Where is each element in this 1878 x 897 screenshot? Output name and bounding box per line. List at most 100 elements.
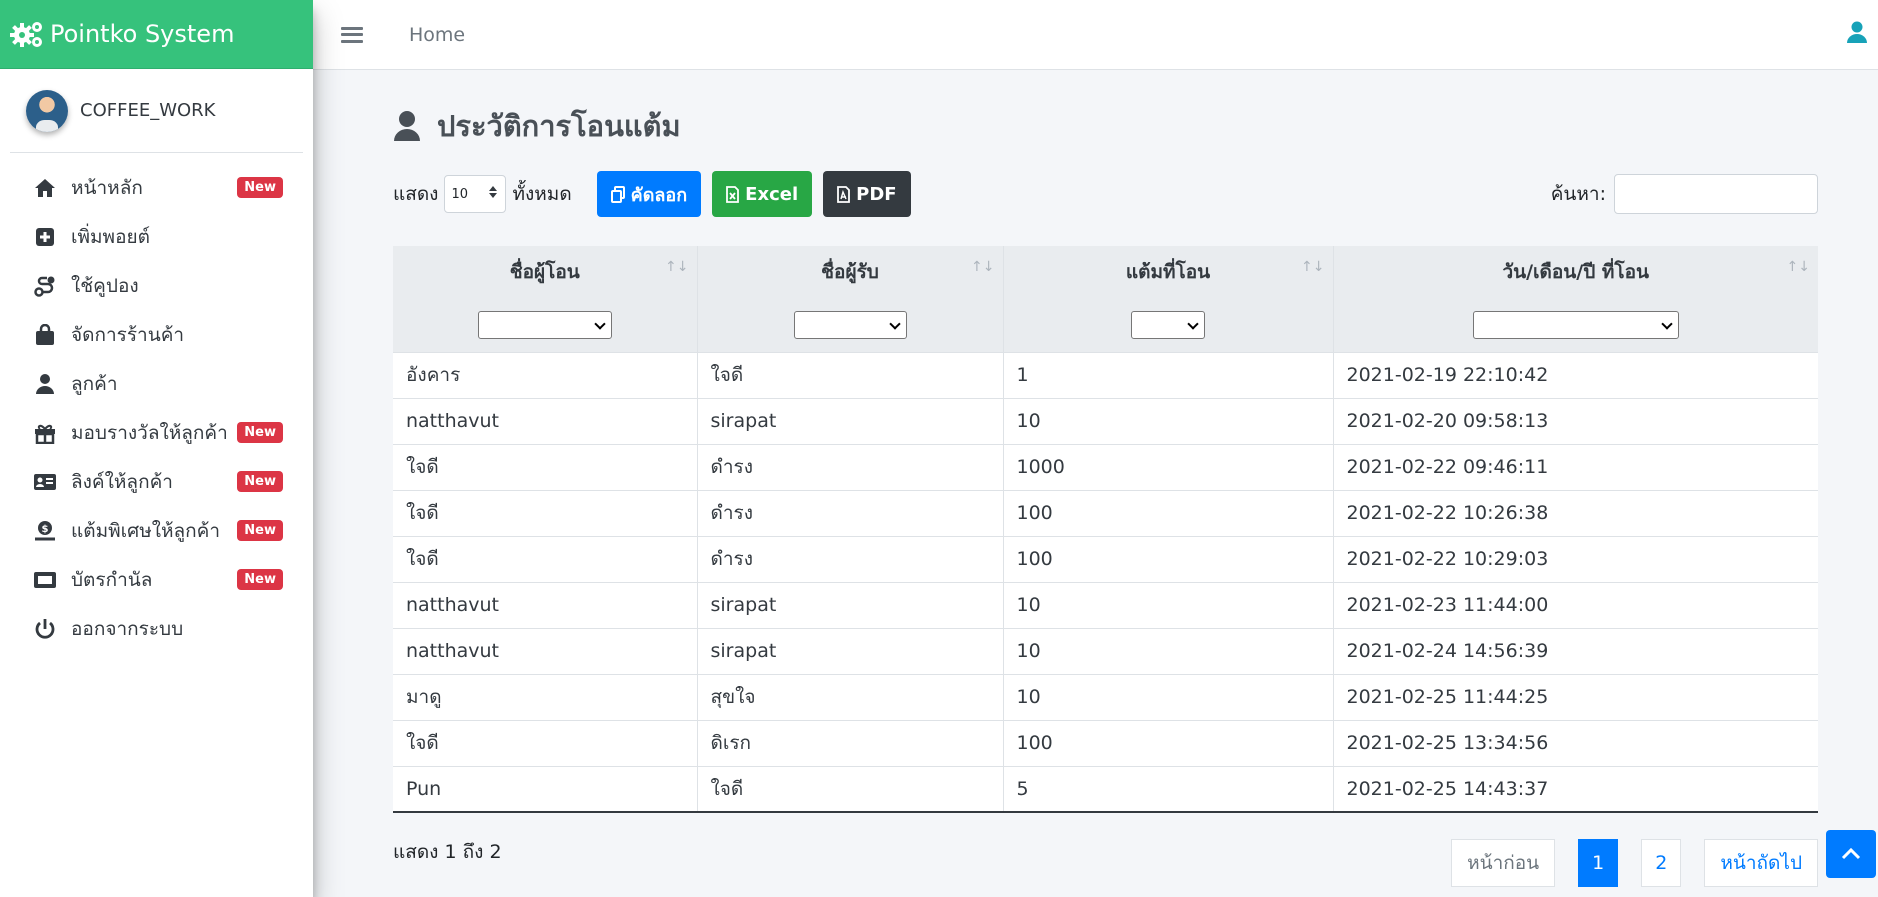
table-cell: ดำรง	[697, 444, 1004, 491]
svg-text:$: $	[42, 524, 49, 535]
page-title-text: ประวัติการโอนแต้ม	[437, 109, 681, 143]
gift-icon	[33, 421, 57, 445]
sidebar-item-customer-link[interactable]: ลิงค์ให้ลูกค้า New	[0, 457, 313, 506]
table-cell: มาดู	[393, 674, 698, 721]
table-cell: 10	[1003, 674, 1334, 721]
table-cell: ใจดี	[393, 490, 698, 537]
table-cell: ดำรง	[697, 490, 1004, 537]
sidebar-item-use-coupon[interactable]: ใช้คูปอง	[0, 261, 313, 310]
search-label: ค้นหา:	[1550, 183, 1606, 205]
table-cell: natthavut	[393, 628, 698, 675]
column-header-points[interactable]: แต้มที่โอน ↑↓	[1003, 246, 1334, 298]
page-length-select[interactable]: 10	[444, 175, 507, 213]
show-label: แสดง	[393, 183, 439, 205]
page-length-value: 10	[451, 186, 469, 202]
sidebar-nav: หน้าหลัก New เพิ่มพอยต์ ใช้คูปอง จัดการร…	[0, 153, 313, 653]
sidebar-item-give-reward[interactable]: มอบรางวัลให้ลูกค้า New	[0, 408, 313, 457]
sidebar-item-label: หน้าหลัก	[71, 176, 143, 199]
page-2-button[interactable]: 2	[1641, 839, 1682, 887]
pagination: หน้าก่อน 1 2 หน้าถัดไป	[1428, 839, 1818, 887]
column-header-date[interactable]: วัน/เดือน/ปี ที่โอน ↑↓	[1333, 246, 1818, 298]
all-label: ทั้งหมด	[512, 183, 572, 205]
home-link[interactable]: Home	[409, 24, 465, 46]
sidebar-item-label: ลูกค้า	[71, 372, 118, 395]
sidebar-item-label: บัตรกำนัล	[71, 568, 153, 591]
table-cell: 2021-02-24 14:56:39	[1333, 628, 1818, 675]
table-row: อังคาร ใจดี 1 2021-02-19 22:10:42	[393, 352, 1818, 399]
sidebar-item-label: เพิ่มพอยต์	[71, 225, 150, 248]
column-header-label: วัน/เดือน/ปี ที่โอน	[1502, 261, 1650, 283]
table-cell: 2021-02-25 14:43:37	[1333, 766, 1818, 813]
user-icon	[393, 110, 423, 142]
new-badge: New	[237, 520, 283, 541]
table-cell: ใจดี	[393, 720, 698, 767]
pdf-button[interactable]: PDF	[823, 171, 911, 217]
sidebar-item-home[interactable]: หน้าหลัก New	[0, 163, 313, 212]
table-row: มาดู สุขใจ 10 2021-02-25 11:44:25	[393, 674, 1818, 721]
home-icon	[33, 176, 57, 200]
table-cell: sirapat	[697, 398, 1004, 445]
table-cell: อังคาร	[393, 352, 698, 399]
sidebar-item-label: จัดการร้านค้า	[71, 323, 185, 346]
receiver-filter-select[interactable]	[793, 310, 907, 339]
table-cell: 2021-02-25 11:44:25	[1333, 674, 1818, 721]
table-cell: 2021-02-23 11:44:00	[1333, 582, 1818, 629]
topbar: Home	[313, 0, 1878, 70]
sidebar-item-manage-store[interactable]: จัดการร้านค้า	[0, 310, 313, 359]
transfer-history-table: ชื่อผู้โอน ↑↓ ชื่อผู้รับ ↑↓ แต้มที่โอน ↑↓ ว…	[393, 246, 1818, 813]
sidebar-item-label: แต้มพิเศษให้ลูกค้า	[71, 519, 221, 542]
sidebar-item-logout[interactable]: ออกจากระบบ	[0, 604, 313, 653]
search-input[interactable]	[1614, 174, 1818, 214]
new-badge: New	[237, 569, 283, 590]
brand[interactable]: Pointko System	[0, 0, 313, 69]
search-wrap: ค้นหา:	[1551, 174, 1818, 214]
route-icon	[33, 274, 57, 298]
table-row: natthavut sirapat 10 2021-02-23 11:44:00	[393, 582, 1818, 629]
menu-toggle-icon[interactable]	[341, 24, 363, 46]
sort-icon: ↑↓	[971, 259, 995, 275]
table-cell: 2021-02-19 22:10:42	[1333, 352, 1818, 399]
sidebar-item-label: มอบรางวัลให้ลูกค้า	[71, 421, 228, 444]
new-badge: New	[237, 177, 283, 198]
user-panel: COFFEE_WORK	[10, 69, 303, 153]
table-cell: 2021-02-25 13:34:56	[1333, 720, 1818, 767]
table-cell: 2021-02-20 09:58:13	[1333, 398, 1818, 445]
sidebar: Pointko System COFFEE_WORK หน้าหลัก New …	[0, 0, 313, 897]
sender-filter-select[interactable]	[477, 310, 612, 339]
table-cell: ใจดี	[393, 536, 698, 583]
table-info: แสดง 1 ถึง 2	[393, 841, 502, 863]
filter-cell	[1333, 298, 1818, 353]
column-header-sender[interactable]: ชื่อผู้โอน ↑↓	[393, 246, 698, 298]
user-name[interactable]: COFFEE_WORK	[80, 100, 215, 121]
excel-button-label: Excel	[745, 183, 799, 205]
table-cell: 1	[1003, 352, 1334, 399]
user-icon[interactable]	[1846, 20, 1870, 44]
table-cell: ใจดี	[697, 352, 1004, 399]
column-header-receiver[interactable]: ชื่อผู้รับ ↑↓	[697, 246, 1004, 298]
excel-button[interactable]: Excel	[712, 171, 813, 217]
power-icon	[33, 617, 57, 641]
date-filter-select[interactable]	[1472, 310, 1679, 339]
table-cell: sirapat	[697, 628, 1004, 675]
table-cell: 100	[1003, 720, 1334, 767]
sidebar-item-add-point[interactable]: เพิ่มพอยต์	[0, 212, 313, 261]
sidebar-item-bonus-points[interactable]: $ แต้มพิเศษให้ลูกค้า New	[0, 506, 313, 555]
table-cell: natthavut	[393, 398, 698, 445]
sidebar-item-voucher[interactable]: บัตรกำนัล New	[0, 555, 313, 604]
scroll-to-top-button[interactable]	[1826, 830, 1876, 878]
table-cell: 10	[1003, 628, 1334, 675]
page-1-button[interactable]: 1	[1578, 839, 1619, 887]
sidebar-item-customers[interactable]: ลูกค้า	[0, 359, 313, 408]
table-header-row: ชื่อผู้โอน ↑↓ ชื่อผู้รับ ↑↓ แต้มที่โอน ↑↓ ว…	[393, 246, 1818, 298]
column-header-label: ชื่อผู้รับ	[821, 261, 879, 283]
chevron-up-icon	[1841, 848, 1861, 860]
sort-icon: ↑↓	[1301, 259, 1325, 275]
copy-button[interactable]: คัดลอก	[596, 171, 702, 217]
points-filter-select[interactable]	[1131, 310, 1205, 339]
table-row: Pun ใจดี 5 2021-02-25 14:43:37	[393, 766, 1818, 813]
user-icon	[33, 372, 57, 396]
next-page-button[interactable]: หน้าถัดไป	[1704, 839, 1818, 887]
table-cell: สุขใจ	[697, 674, 1004, 721]
table-cell: 5	[1003, 766, 1334, 813]
previous-page-button[interactable]: หน้าก่อน	[1451, 839, 1556, 887]
